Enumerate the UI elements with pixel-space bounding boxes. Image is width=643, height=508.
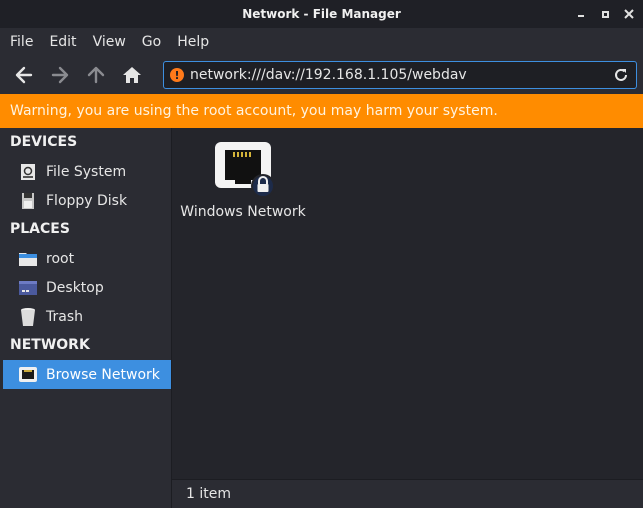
sidebar-item-floppy-disk[interactable]: Floppy Disk [0, 186, 171, 215]
address-bar: ! [163, 61, 637, 89]
close-button[interactable] [623, 8, 635, 20]
sidebar-header-network: NETWORK [10, 337, 90, 353]
sidebar-header-places: PLACES [10, 221, 70, 237]
menu-view[interactable]: View [85, 28, 134, 56]
minimize-button[interactable] [575, 8, 587, 20]
menu-file[interactable]: File [0, 28, 41, 56]
location-input[interactable] [184, 63, 610, 87]
sidebar-item-root[interactable]: root [0, 244, 171, 273]
forward-button[interactable] [42, 59, 78, 91]
sidebar-item-label: Floppy Disk [46, 192, 128, 209]
file-item-windows-network[interactable]: Windows Network [178, 140, 308, 220]
trash-icon [18, 307, 38, 327]
sidebar-item-trash[interactable]: Trash [0, 302, 171, 331]
maximize-button[interactable] [599, 8, 611, 20]
warning-icon: ! [170, 68, 184, 82]
back-button[interactable] [6, 59, 42, 91]
sidebar-item-desktop[interactable]: Desktop [0, 273, 171, 302]
sidebar-item-label: File System [46, 163, 127, 180]
arrow-left-icon [15, 66, 33, 84]
file-view[interactable]: Windows Network [172, 128, 643, 479]
up-button[interactable] [78, 59, 114, 91]
item-count: 1 item [186, 486, 231, 502]
sidebar-item-label: Trash [46, 308, 83, 325]
file-item-label: Windows Network [180, 204, 306, 220]
arrow-up-icon [87, 66, 105, 84]
arrow-right-icon [51, 66, 69, 84]
home-button[interactable] [114, 59, 150, 91]
minimize-icon [578, 15, 584, 17]
network-share-locked-icon [211, 140, 275, 198]
home-icon [123, 67, 141, 83]
window-title: Network - File Manager [242, 7, 401, 21]
floppy-icon [18, 191, 38, 211]
sidebar-item-file-system[interactable]: File System [0, 157, 171, 186]
sidebar-item-browse-network[interactable]: Browse Network [3, 360, 171, 389]
menu-help[interactable]: Help [169, 28, 217, 56]
maximize-icon [601, 10, 609, 18]
toolbar: ! [0, 56, 643, 94]
menu-go[interactable]: Go [134, 28, 169, 56]
sidebar: DEVICES File System Floppy Disk PLACES r… [0, 128, 172, 508]
folder-icon [18, 249, 38, 269]
status-bar: 1 item [172, 479, 643, 508]
reload-icon [615, 68, 627, 81]
close-icon [624, 9, 634, 19]
reload-button[interactable] [610, 64, 632, 86]
menu-edit[interactable]: Edit [41, 28, 84, 56]
menu-bar: File Edit View Go Help [0, 28, 643, 56]
title-bar[interactable]: Network - File Manager [0, 0, 643, 28]
sidebar-item-label: Browse Network [46, 366, 160, 383]
root-warning-text: Warning, you are using the root account,… [10, 103, 498, 119]
sidebar-item-label: Desktop [46, 279, 104, 296]
root-warning-bar: Warning, you are using the root account,… [0, 94, 643, 128]
window-controls [575, 0, 635, 28]
file-manager-window: Network - File Manager File Edit View Go… [0, 0, 643, 508]
network-icon [18, 365, 38, 385]
desktop-icon [18, 278, 38, 298]
sidebar-header-devices: DEVICES [10, 134, 78, 150]
sidebar-item-label: root [46, 250, 75, 267]
drive-icon [18, 162, 38, 182]
